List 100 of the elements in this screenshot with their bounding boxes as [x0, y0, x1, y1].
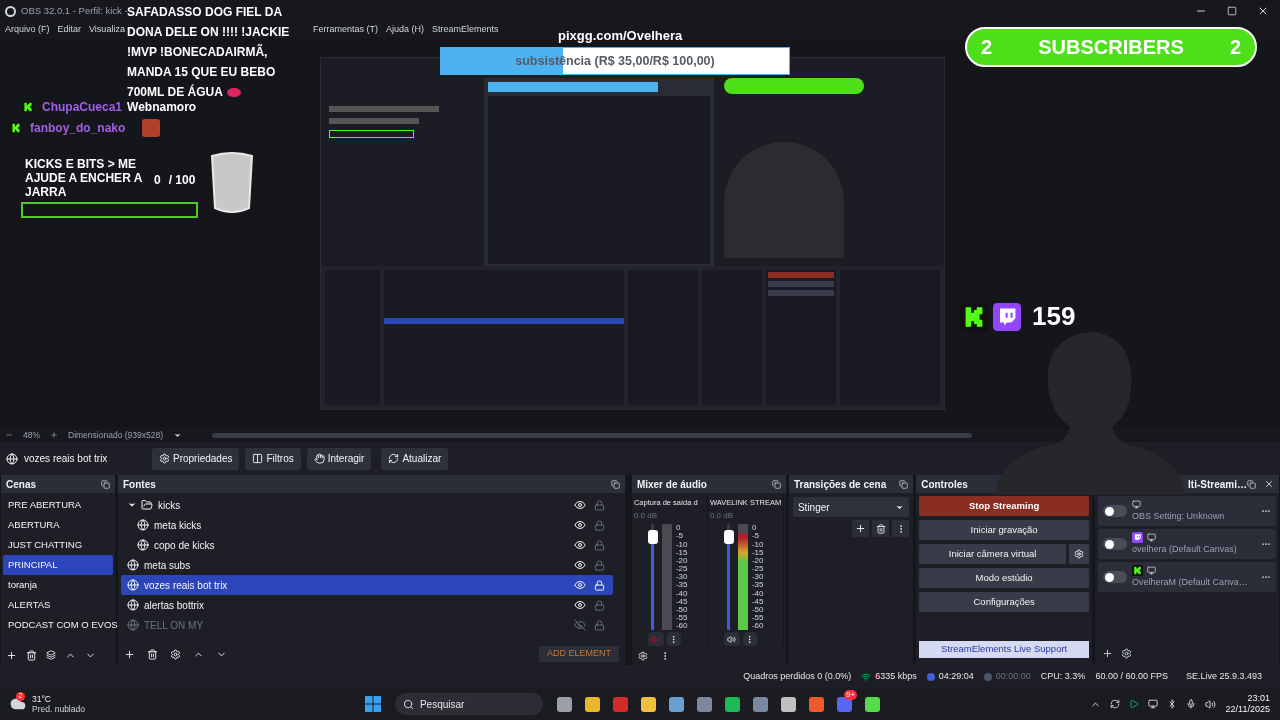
menu-item[interactable]: Visualiza — [89, 23, 125, 37]
float-dock-icon[interactable] — [610, 479, 620, 489]
lock-icon[interactable] — [593, 539, 605, 551]
source-label: kicks — [158, 498, 181, 513]
taskbar-app-icon[interactable] — [668, 696, 684, 712]
volume-slider[interactable] — [647, 524, 658, 631]
microphone-icon[interactable] — [1185, 699, 1196, 709]
more-icon[interactable] — [666, 632, 681, 647]
more-icon[interactable] — [742, 632, 757, 647]
taskbar-app-icon[interactable] — [780, 696, 796, 712]
menu-item[interactable]: Editar — [57, 23, 82, 37]
toggle-switch[interactable] — [1103, 571, 1128, 583]
eye-icon[interactable] — [573, 519, 586, 531]
source-item[interactable]: kicks — [121, 495, 613, 515]
gear-icon[interactable] — [1121, 647, 1133, 659]
lock-icon[interactable] — [593, 619, 605, 631]
maximize-icon[interactable] — [1227, 6, 1237, 16]
speaker-icon[interactable] — [723, 632, 740, 647]
scale-mode[interactable]: Dimensionado (939x528) — [68, 428, 163, 442]
more-icon[interactable] — [892, 520, 910, 537]
source-item[interactable]: meta subs — [121, 555, 613, 575]
taskbar-app-icon[interactable] — [724, 696, 740, 712]
taskbar-app-icon[interactable] — [808, 696, 824, 712]
control-button[interactable]: Configurações — [919, 592, 1090, 612]
eye-icon[interactable] — [573, 539, 586, 551]
scene-item[interactable]: toranja — [3, 575, 113, 595]
control-button[interactable]: Iniciar gravação — [919, 520, 1090, 540]
monitor-icon[interactable] — [1147, 699, 1158, 709]
search-field[interactable]: Pesquisar — [394, 693, 543, 715]
monitor-icon — [1147, 565, 1157, 575]
bluetooth-icon[interactable] — [1166, 699, 1177, 709]
float-dock-icon[interactable] — [101, 479, 110, 489]
add-icon[interactable] — [852, 520, 870, 537]
source-item[interactable]: copo de kicks — [121, 535, 613, 555]
control-button[interactable]: Stop Streaming — [919, 496, 1090, 516]
taskbar-app-icon[interactable] — [752, 696, 768, 712]
source-item[interactable]: meta kicks — [121, 515, 613, 535]
lock-icon[interactable] — [593, 519, 605, 531]
kick-logo-icon — [10, 122, 22, 134]
taskbar-app-icon[interactable] — [556, 696, 572, 712]
eye-icon[interactable] — [573, 499, 586, 511]
scene-item[interactable]: PRE ABERTURA — [3, 495, 113, 515]
viewer-count: 159 — [1032, 300, 1076, 333]
menu-item[interactable]: Ferramentas (T) — [312, 23, 378, 37]
trash-icon[interactable] — [26, 649, 37, 661]
menu-item[interactable]: Ajuda (H) — [385, 23, 424, 37]
toggle-switch[interactable] — [1103, 538, 1128, 550]
eye-off-icon[interactable] — [573, 619, 586, 631]
volume-slider[interactable] — [723, 524, 734, 631]
lock-icon[interactable] — [593, 579, 605, 591]
settings-icon[interactable] — [1069, 544, 1090, 564]
source-item[interactable]: vozes reais bot trix — [121, 575, 613, 595]
transition-dropdown[interactable]: Stinger — [792, 497, 910, 517]
float-dock-icon[interactable] — [1247, 479, 1256, 489]
horizontal-scrollbar[interactable] — [212, 432, 972, 438]
taskbar-app-icon[interactable] — [696, 696, 712, 712]
taskbar-app-icon[interactable] — [864, 696, 880, 712]
add-icon[interactable] — [1102, 647, 1114, 659]
toggle-switch[interactable] — [1103, 505, 1128, 517]
close-icon[interactable] — [1257, 5, 1269, 17]
float-dock-icon[interactable] — [771, 479, 781, 489]
eye-icon[interactable] — [573, 599, 586, 611]
windows-logo-icon[interactable] — [364, 696, 381, 712]
control-button[interactable]: Modo estúdio — [919, 568, 1090, 588]
control-button[interactable]: Iniciar câmera virtual — [919, 544, 1067, 564]
toolbar-button[interactable]: Atualizar — [381, 447, 449, 470]
scale-label: -60 — [751, 622, 764, 631]
source-item[interactable]: alertas bottrix — [121, 595, 613, 615]
window-title: OBS 32.0.1 - Perfil: kick - — [21, 3, 128, 18]
add-element-button[interactable]: ADD ELEMENT — [538, 646, 619, 662]
trash-icon[interactable] — [872, 520, 890, 537]
play-icon[interactable] — [1128, 699, 1139, 709]
toolbar-button[interactable]: Filtros — [245, 447, 301, 470]
float-dock-icon[interactable] — [899, 479, 909, 489]
zoom-in-icon[interactable] — [50, 431, 58, 439]
scene-item[interactable]: ALERTAS — [3, 595, 113, 615]
lock-icon[interactable] — [593, 499, 605, 511]
eye-icon[interactable] — [573, 559, 586, 571]
menu-item[interactable]: StreamElements — [431, 23, 499, 37]
taskbar-app-icon[interactable] — [836, 696, 852, 712]
close-icon[interactable] — [1264, 479, 1274, 489]
menu-item[interactable]: Arquivo (F) — [5, 23, 50, 37]
toolbar-button[interactable]: Interagir — [306, 447, 372, 470]
scene-item[interactable]: JUST CHATTING — [3, 535, 113, 555]
scene-item[interactable]: PRINCIPAL — [3, 555, 113, 575]
speaker-icon[interactable] — [1204, 698, 1216, 710]
add-icon[interactable] — [124, 648, 135, 660]
source-label: alertas bottrix — [144, 598, 205, 613]
eye-icon[interactable] — [573, 579, 586, 591]
lock-icon[interactable] — [593, 559, 605, 571]
sync-icon[interactable] — [1109, 699, 1120, 709]
taskbar-app-icon[interactable] — [640, 696, 656, 712]
toolbar-button[interactable]: Propriedades — [152, 447, 240, 470]
taskbar-app-icon[interactable] — [584, 696, 600, 712]
support-button[interactable]: StreamElements Live Support — [919, 641, 1090, 658]
scene-item[interactable]: ABERTURA — [3, 515, 113, 535]
add-icon[interactable] — [6, 649, 17, 661]
caret-icon[interactable] — [127, 500, 137, 510]
lock-icon[interactable] — [593, 599, 605, 611]
trash-icon[interactable] — [147, 648, 158, 660]
